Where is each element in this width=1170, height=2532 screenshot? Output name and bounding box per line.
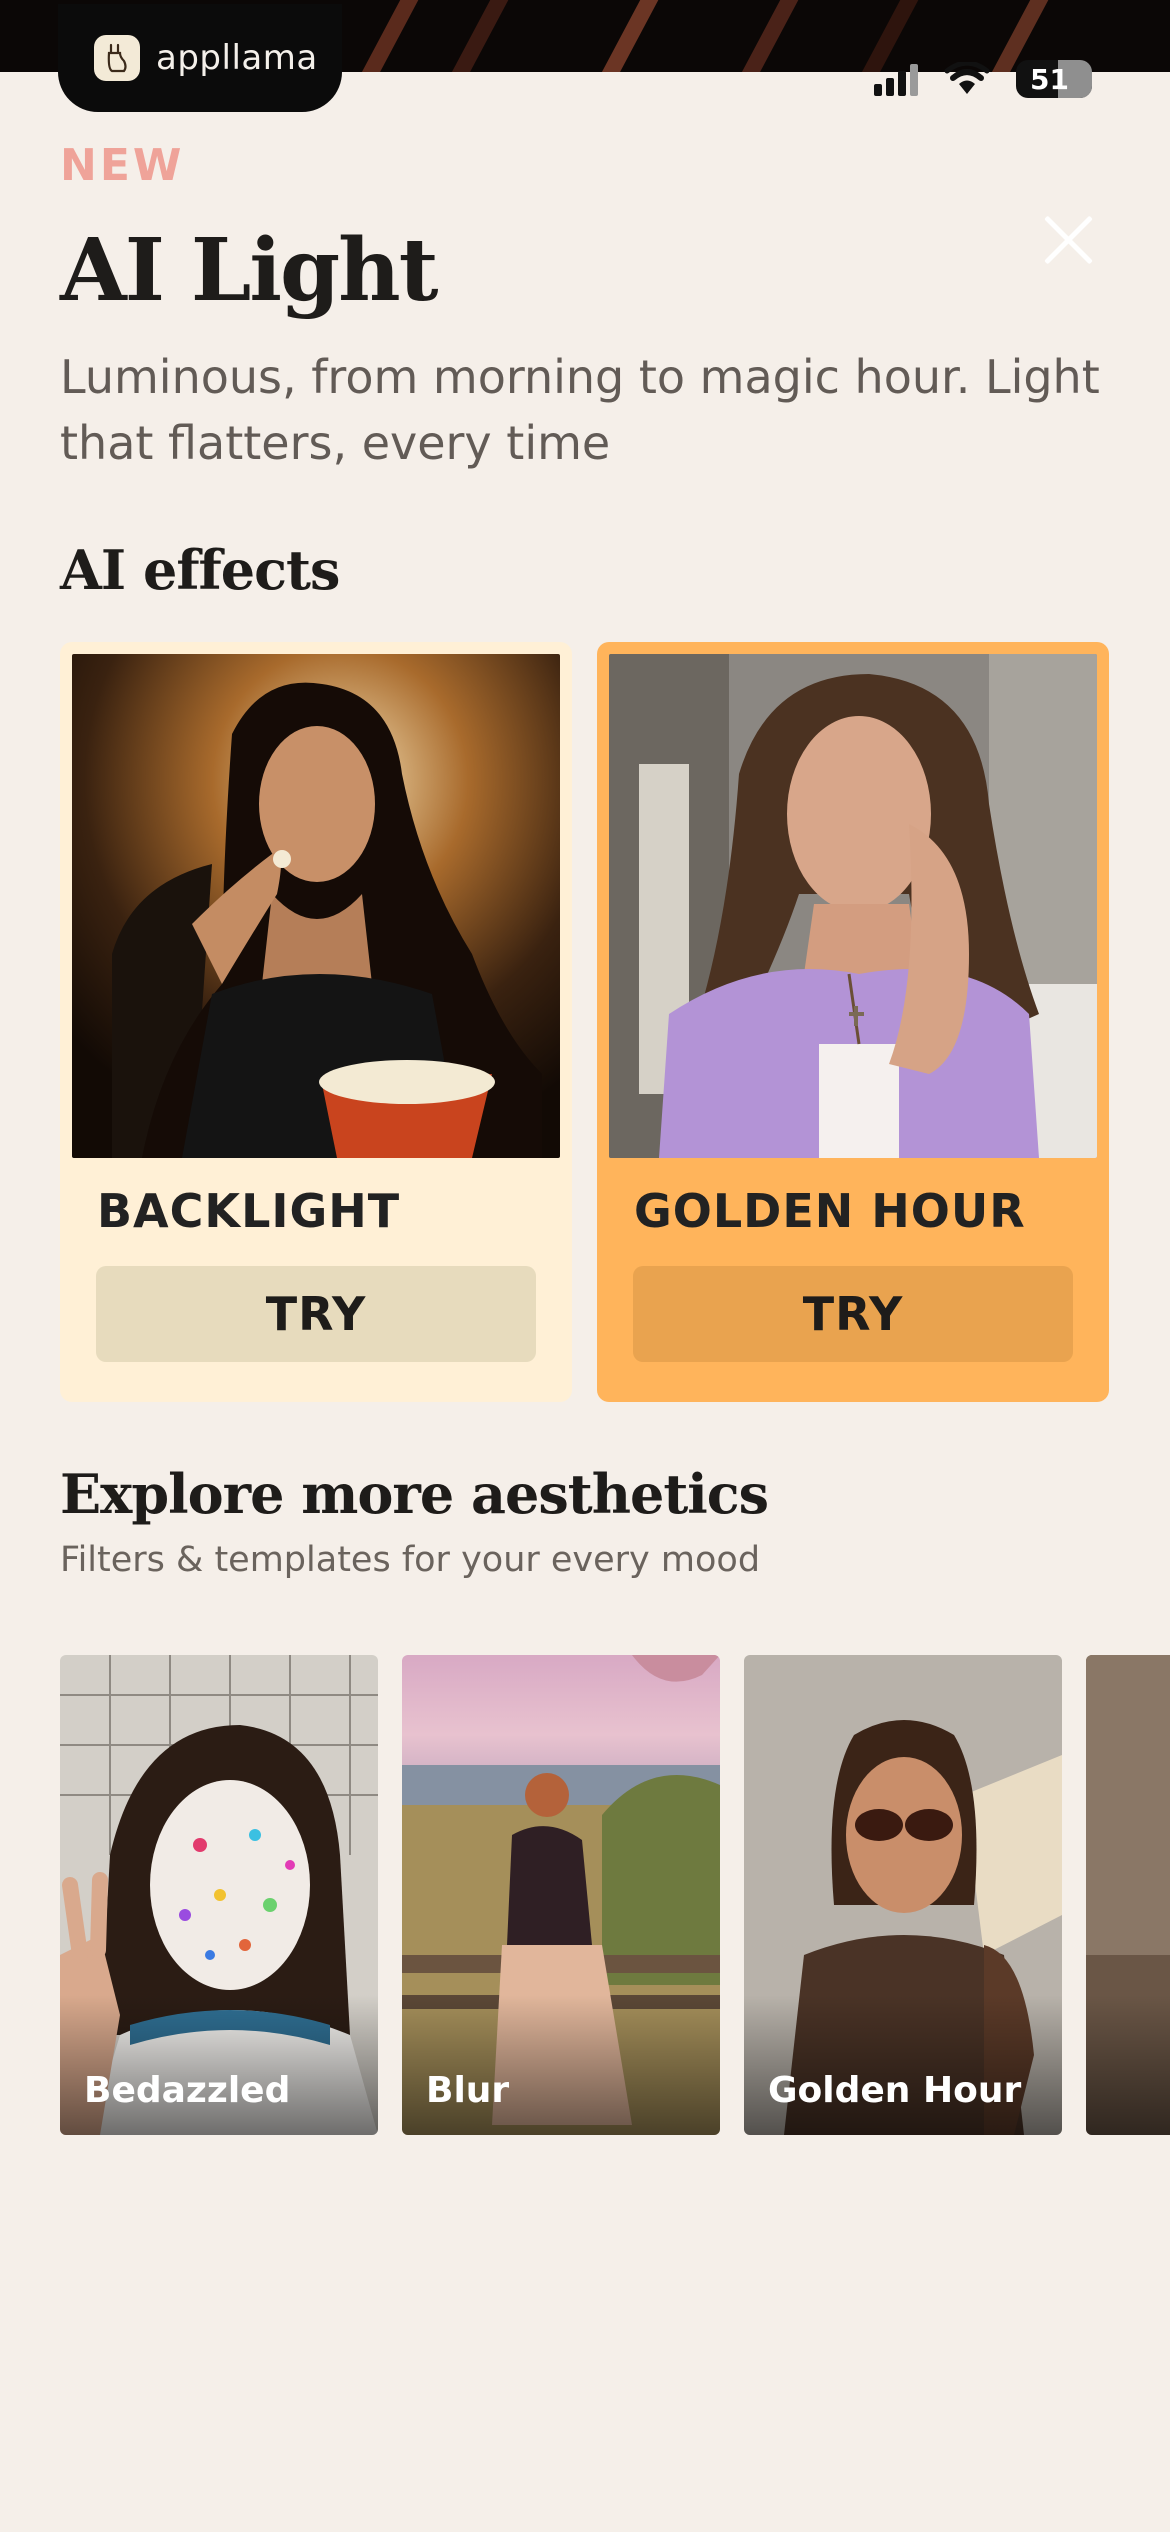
aesthetic-label: Blur <box>426 2070 510 2111</box>
explore-subtitle: Filters & templates for your every mood <box>60 1540 761 1580</box>
brand-name: appllama <box>156 38 318 78</box>
effect-card-backlight[interactable]: BACKLIGHT TRY <box>60 642 572 1402</box>
appllama-logo-icon <box>94 35 140 81</box>
backlight-label: BACKLIGHT <box>97 1184 401 1238</box>
status-bar: 51 <box>874 60 1092 98</box>
page-subtitle: Luminous, from morning to magic hour. Li… <box>60 350 1100 470</box>
ai-effects-heading: AI effects <box>60 538 340 602</box>
aesthetic-item-partial[interactable] <box>1086 1655 1170 2135</box>
aesthetics-carousel[interactable]: Bedazzled Blur Golden Hour <box>60 1655 1170 2135</box>
golden-hour-photo <box>609 654 1097 1158</box>
aesthetic-item-golden-hour[interactable]: Golden Hour <box>744 1655 1062 2135</box>
wifi-icon <box>944 62 990 94</box>
brand-pill[interactable]: appllama <box>58 4 342 112</box>
effect-card-golden-hour[interactable]: GOLDEN HOUR TRY <box>597 642 1109 1402</box>
new-badge: NEW <box>60 140 185 191</box>
golden-hour-try-button[interactable]: TRY <box>633 1266 1073 1362</box>
explore-heading: Explore more aesthetics <box>60 1462 769 1526</box>
battery-icon: 51 <box>1016 60 1092 98</box>
aesthetic-item-blur[interactable]: Blur <box>402 1655 720 2135</box>
aesthetic-label: Golden Hour <box>768 2070 1022 2111</box>
aesthetic-label: Bedazzled <box>84 2070 291 2111</box>
battery-level: 51 <box>1030 62 1069 96</box>
backlight-try-button[interactable]: TRY <box>96 1266 536 1362</box>
page-title: AI Light <box>60 220 438 321</box>
cellular-signal-icon <box>874 62 918 96</box>
aesthetic-item-bedazzled[interactable]: Bedazzled <box>60 1655 378 2135</box>
close-icon[interactable] <box>1040 212 1096 268</box>
backlight-photo <box>72 654 560 1158</box>
golden-hour-label: GOLDEN HOUR <box>634 1184 1026 1238</box>
